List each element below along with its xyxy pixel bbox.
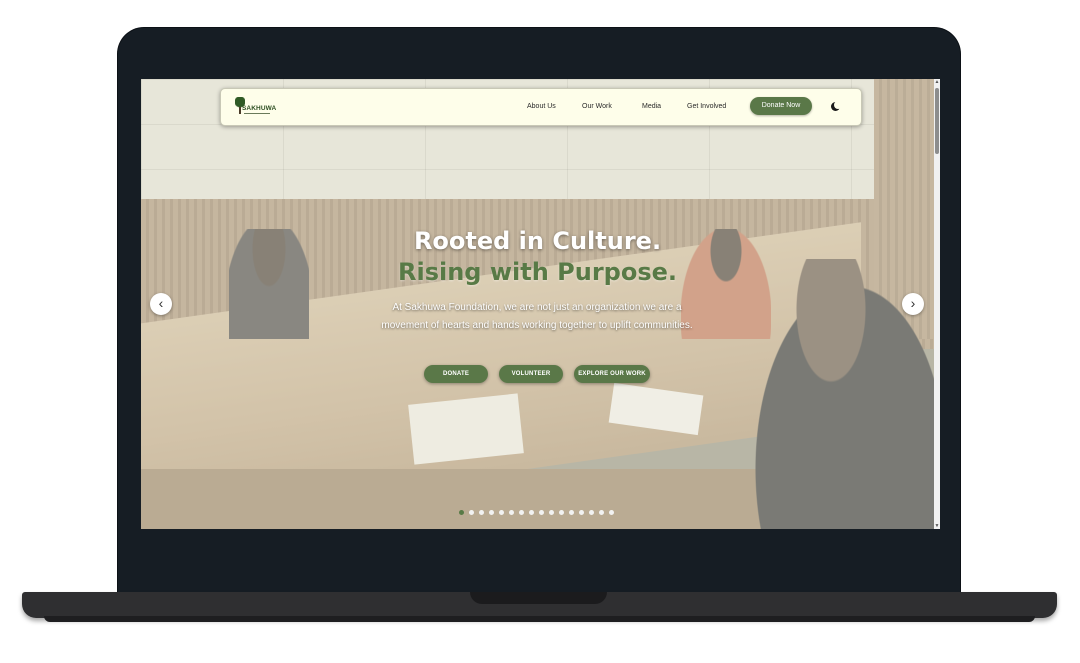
scroll-thumb[interactable] bbox=[935, 88, 939, 154]
logo[interactable]: SAKHUWA bbox=[235, 97, 277, 117]
carousel-dot[interactable] bbox=[599, 510, 604, 515]
volunteer-button[interactable]: VOLUNTEER bbox=[499, 365, 563, 383]
carousel-dot[interactable] bbox=[479, 510, 484, 515]
carousel-dot[interactable] bbox=[469, 510, 474, 515]
laptop-base-shadow bbox=[44, 616, 1035, 622]
logo-text: SAKHUWA bbox=[242, 105, 277, 112]
moon-icon[interactable] bbox=[831, 101, 842, 111]
explore-our-work-button[interactable]: EXPLORE OUR WORK bbox=[574, 365, 650, 383]
carousel-dot[interactable] bbox=[499, 510, 504, 515]
hero-title-line1: Rooted in Culture. bbox=[413, 227, 662, 255]
scroll-down-icon[interactable]: ▼ bbox=[934, 523, 940, 529]
navbar: SAKHUWA About Us Our Work Media Get Invo… bbox=[220, 88, 862, 126]
nav-link-about-us[interactable]: About Us bbox=[527, 103, 556, 110]
carousel-prev-icon[interactable]: ‹ bbox=[150, 293, 172, 315]
laptop-notch bbox=[470, 592, 607, 604]
carousel-dot[interactable] bbox=[589, 510, 594, 515]
scrollbar[interactable]: ▲ ▼ bbox=[934, 79, 940, 529]
carousel-dot[interactable] bbox=[579, 510, 584, 515]
carousel-dot[interactable] bbox=[549, 510, 554, 515]
carousel-dot[interactable] bbox=[509, 510, 514, 515]
screen: SAKHUWA About Us Our Work Media Get Invo… bbox=[141, 79, 940, 529]
donate-now-button[interactable]: Donate Now bbox=[750, 97, 812, 115]
carousel-dot[interactable] bbox=[489, 510, 494, 515]
carousel-next-icon[interactable]: › bbox=[902, 293, 924, 315]
nav-link-our-work[interactable]: Our Work bbox=[582, 103, 612, 110]
donate-button[interactable]: DONATE bbox=[424, 365, 488, 383]
carousel-dot[interactable] bbox=[569, 510, 574, 515]
hero-title-line2: Rising with Purpose. bbox=[397, 258, 677, 286]
carousel-dot[interactable] bbox=[519, 510, 524, 515]
nav-link-media[interactable]: Media bbox=[642, 103, 661, 110]
carousel-dot[interactable] bbox=[529, 510, 534, 515]
hero-background-photo: SAKHUWA About Us Our Work Media Get Invo… bbox=[141, 79, 934, 529]
carousel-dots bbox=[459, 510, 619, 516]
nav-link-get-involved[interactable]: Get Involved bbox=[687, 103, 726, 110]
carousel-dot[interactable] bbox=[459, 510, 464, 515]
carousel-dot[interactable] bbox=[609, 510, 614, 515]
carousel-dot[interactable] bbox=[559, 510, 564, 515]
carousel-dot[interactable] bbox=[539, 510, 544, 515]
hero-description: At Sakhuwa Foundation, we are not just a… bbox=[381, 302, 693, 331]
scroll-up-icon[interactable]: ▲ bbox=[934, 79, 940, 85]
